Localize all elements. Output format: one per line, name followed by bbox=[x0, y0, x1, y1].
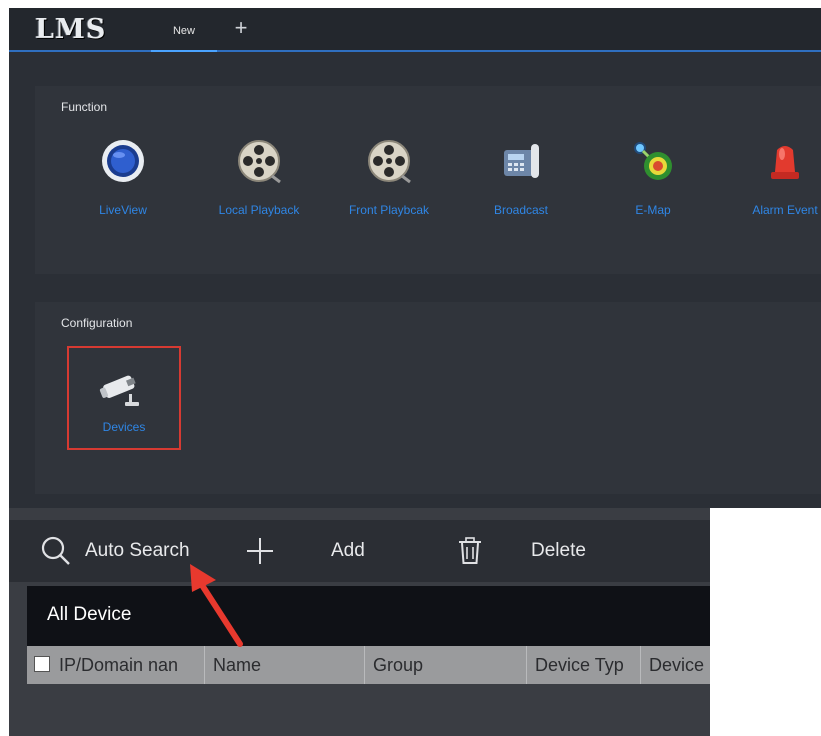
add-tab-button[interactable]: + bbox=[229, 14, 253, 42]
select-all-checkbox[interactable] bbox=[34, 656, 50, 672]
function-item-liveview[interactable]: LiveView bbox=[63, 138, 183, 217]
tab-new[interactable]: New bbox=[151, 8, 217, 52]
function-label: LiveView bbox=[99, 203, 147, 217]
device-manager-window: Auto Search Add Delete All Device IP/Dom… bbox=[9, 508, 710, 736]
function-label: Broadcast bbox=[493, 203, 549, 217]
phone-icon bbox=[504, 144, 539, 178]
column-header-device-type[interactable]: Device Typ bbox=[527, 646, 641, 684]
alarm-siren-icon bbox=[771, 146, 799, 179]
function-item-front-playback[interactable]: Front Playbcak bbox=[329, 138, 449, 217]
column-header-device[interactable]: Device bbox=[641, 646, 710, 684]
column-label: IP/Domain nan bbox=[59, 655, 179, 675]
function-label: Alarm Event bbox=[752, 203, 818, 217]
app-logo: LMS bbox=[35, 14, 107, 45]
auto-search-button[interactable]: Auto Search bbox=[85, 520, 190, 582]
function-panel: Function LiveView Local Playback Front P… bbox=[35, 86, 821, 274]
devices-label: Devices bbox=[102, 420, 146, 434]
function-item-emap[interactable]: E-Map bbox=[593, 138, 713, 217]
lms-main-window: LMS New + Function LiveView Local Playba… bbox=[9, 8, 821, 508]
film-reel-icon bbox=[368, 140, 411, 184]
liveview-icon bbox=[102, 140, 144, 182]
device-table-header: IP/Domain nan Name Group Device Typ Devi… bbox=[27, 646, 710, 684]
function-label: Front Playbcak bbox=[348, 203, 430, 217]
trash-icon[interactable] bbox=[453, 534, 487, 568]
camera-icon bbox=[99, 375, 139, 406]
add-button[interactable]: Add bbox=[331, 520, 365, 582]
all-device-title: All Device bbox=[47, 604, 132, 625]
function-item-local-playback[interactable]: Local Playback bbox=[199, 138, 319, 217]
function-item-alarm-event[interactable]: Alarm Event bbox=[725, 138, 821, 217]
map-pin-icon bbox=[634, 142, 672, 180]
device-toolbar: Auto Search Add Delete bbox=[9, 520, 710, 582]
title-bar: LMS New + bbox=[9, 8, 821, 52]
function-label: E-Map bbox=[635, 203, 671, 217]
column-header-ip[interactable]: IP/Domain nan bbox=[27, 646, 205, 684]
function-label: Local Playback bbox=[218, 203, 300, 217]
delete-button[interactable]: Delete bbox=[531, 520, 586, 582]
function-panel-title: Function bbox=[61, 100, 108, 114]
all-device-header: All Device bbox=[27, 586, 710, 646]
film-reel-icon bbox=[238, 140, 281, 184]
column-header-group[interactable]: Group bbox=[365, 646, 527, 684]
function-item-broadcast[interactable]: Broadcast bbox=[461, 138, 581, 217]
config-item-devices[interactable]: Devices bbox=[67, 346, 181, 450]
search-icon[interactable] bbox=[39, 534, 73, 568]
configuration-panel-title: Configuration bbox=[61, 316, 133, 330]
annotation-arrow bbox=[190, 564, 243, 647]
column-header-name[interactable]: Name bbox=[205, 646, 365, 684]
